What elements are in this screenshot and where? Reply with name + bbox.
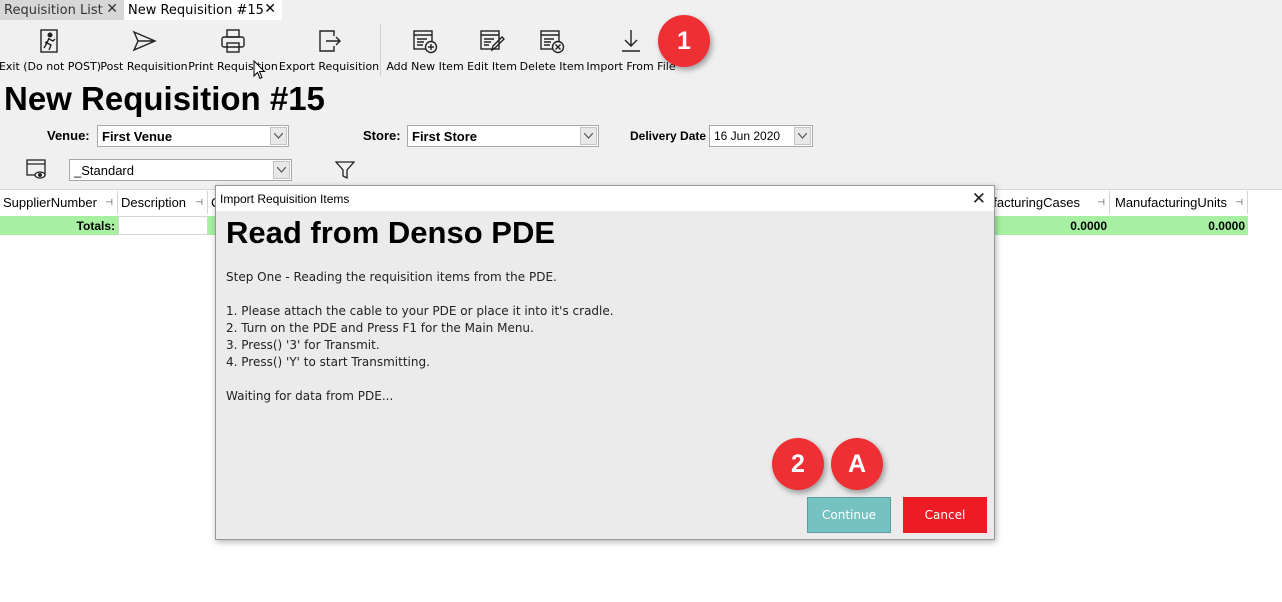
delivery-date-value: 16 Jun 2020: [714, 129, 781, 143]
mouse-cursor-icon: [253, 60, 266, 80]
add-new-item-button[interactable]: Add New Item: [386, 28, 464, 78]
instruction-4: 4. Press() 'Y' to start Transmitting.: [226, 355, 430, 369]
dialog-waiting-text: Waiting for data from PDE...: [226, 389, 394, 403]
download-icon: [622, 30, 640, 52]
dialog-title: Import Requisition Items: [220, 191, 350, 206]
instruction-3: 3. Press() '3' for Transmit.: [226, 338, 380, 352]
export-icon: [319, 30, 341, 52]
post-label: Post Requisition: [100, 60, 188, 73]
post-requisition-button[interactable]: Post Requisition: [100, 28, 188, 78]
chevron-down-icon[interactable]: [273, 161, 290, 179]
chevron-down-icon[interactable]: [794, 127, 811, 145]
export-label: Export Requisition: [278, 60, 380, 73]
cancel-button[interactable]: Cancel: [903, 497, 987, 533]
dialog-step-text: Step One - Reading the requisition items…: [226, 270, 557, 284]
callout-badge-2: 2: [772, 438, 824, 490]
delete-label: Delete Item: [519, 60, 585, 73]
totals-manufacturing-units: 0.0000: [1110, 216, 1248, 235]
tab-bar: Requisition List ✕ New Requisition #15 ✕: [0, 0, 1282, 20]
export-requisition-button[interactable]: Export Requisition: [278, 28, 380, 78]
close-icon[interactable]: ✕: [972, 189, 986, 209]
chevron-down-icon[interactable]: [580, 127, 597, 145]
delivery-date-label: Delivery Date: [630, 129, 707, 143]
store-label: Store:: [363, 128, 401, 143]
totals-label: Totals:: [0, 216, 118, 235]
column-header-suppliernumber[interactable]: SupplierNumber ⊣: [0, 191, 118, 214]
view-icon[interactable]: [26, 158, 48, 180]
column-header-label: SupplierNumber: [3, 195, 97, 210]
column-header-label: Description: [121, 195, 187, 210]
page-title: New Requisition #15: [4, 80, 325, 117]
add-item-icon: [413, 30, 438, 54]
edit-item-button[interactable]: Edit Item: [466, 28, 518, 78]
dialog-title-bar: Import Requisition Items ✕: [216, 186, 994, 211]
tab-requisition-list[interactable]: Requisition List ✕: [0, 0, 124, 20]
view-select[interactable]: _Standard: [69, 159, 292, 181]
pin-icon[interactable]: ⊣: [195, 197, 203, 208]
column-header-label: ufacturingCases: [986, 195, 1080, 210]
close-icon[interactable]: ✕: [106, 1, 118, 17]
exit-button[interactable]: Exit (Do not POST): [0, 28, 101, 78]
exit-label: Exit (Do not POST): [0, 60, 102, 73]
callout-badge-a: A: [831, 438, 883, 490]
add-label: Add New Item: [386, 60, 464, 73]
dialog-heading: Read from Denso PDE: [226, 215, 556, 250]
header-area: Exit (Do not POST) Post Requisition Prin…: [0, 15, 1282, 190]
store-select[interactable]: First Store: [407, 125, 599, 147]
exit-icon: [40, 29, 58, 53]
filter-icon[interactable]: [335, 160, 355, 180]
printer-icon: [221, 29, 245, 53]
column-header-description[interactable]: Description ⊣: [118, 191, 208, 214]
store-value: First Store: [412, 128, 478, 144]
import-requisition-dialog: Import Requisition Items ✕ Read from Den…: [215, 185, 995, 540]
column-header-manufacturingunits[interactable]: ManufacturingUnits ⊣: [1110, 191, 1248, 214]
tab-label: Requisition List: [4, 2, 103, 18]
instruction-1: 1. Please attach the cable to your PDE o…: [226, 304, 614, 318]
pin-icon[interactable]: ⊣: [1235, 197, 1243, 208]
close-icon[interactable]: ✕: [264, 1, 276, 17]
totals-manufacturing-cases: 0.0000: [986, 216, 1110, 235]
tab-label: New Requisition #15: [128, 2, 264, 18]
import-label: Import From File: [586, 60, 676, 73]
send-icon: [132, 30, 157, 52]
edit-label: Edit Item: [467, 60, 517, 73]
venue-value: First Venue: [102, 128, 173, 144]
pin-icon[interactable]: ⊣: [105, 197, 113, 208]
venue-select[interactable]: First Venue: [97, 125, 289, 147]
pin-icon[interactable]: ⊣: [1097, 197, 1105, 208]
instruction-2: 2. Turn on the PDE and Press F1 for the …: [226, 321, 534, 335]
delete-item-button[interactable]: Delete Item: [519, 28, 585, 78]
column-header-label: ManufacturingUnits: [1115, 195, 1227, 210]
view-value: _Standard: [74, 162, 134, 178]
delete-item-icon: [540, 30, 565, 54]
toolbar-separator: [380, 24, 381, 76]
venue-label: Venue:: [47, 128, 90, 143]
chevron-down-icon[interactable]: [270, 127, 287, 145]
continue-button[interactable]: Continue: [807, 497, 891, 533]
totals-description-cell: [118, 216, 208, 235]
delivery-date-picker[interactable]: 16 Jun 2020: [709, 125, 813, 147]
callout-badge-1: 1: [658, 15, 710, 67]
tab-new-requisition[interactable]: New Requisition #15 ✕: [124, 0, 282, 20]
edit-item-icon: [480, 30, 505, 52]
column-header-manufacturingcases[interactable]: ufacturingCases ⊣: [986, 191, 1110, 214]
